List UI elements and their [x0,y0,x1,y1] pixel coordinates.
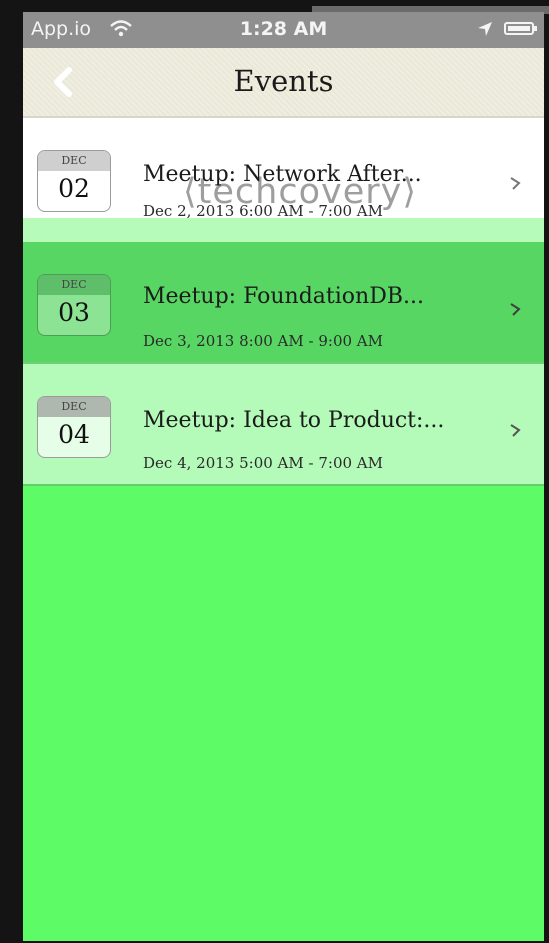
page-title: Events [233,64,334,98]
calendar-month: DEC [38,397,110,417]
event-datetime: Dec 3, 2013 8:00 AM - 9:00 AM [143,332,383,350]
disclosure-chevron-icon [510,303,521,316]
device-frame: App.io 1:28 AM Events DEC 02 Meetup: Net… [0,0,549,943]
disclosure-chevron-icon [510,424,521,437]
battery-fill [508,26,530,31]
event-title: Meetup: FoundationDB... [143,284,424,309]
event-row-3[interactable]: DEC 04 Meetup: Idea to Product:... Dec 4… [23,364,544,486]
app-screen: App.io 1:28 AM Events DEC 02 Meetup: Net… [23,12,544,941]
calendar-icon: DEC 03 [37,274,111,336]
battery-icon [504,22,537,35]
calendar-month: DEC [38,151,110,171]
event-datetime: Dec 4, 2013 5:00 AM - 7:00 AM [143,454,383,472]
status-bar: App.io 1:28 AM [23,12,544,48]
location-arrow-icon [478,22,492,36]
status-time: 1:28 AM [239,18,328,40]
calendar-icon: DEC 04 [37,396,111,458]
watermark: ⟨techcovery⟩ [183,172,417,212]
navigation-bar: Events [23,48,544,118]
calendar-month: DEC [38,275,110,295]
event-title: Meetup: Idea to Product:... [143,408,445,433]
row-separator-strip [23,218,544,244]
disclosure-chevron-icon [510,177,521,190]
calendar-day: 02 [58,174,90,203]
calendar-icon: DEC 02 [37,150,111,212]
calendar-day: 03 [58,298,90,327]
calendar-day: 04 [58,420,90,449]
event-row-2[interactable]: DEC 03 Meetup: FoundationDB... Dec 3, 20… [23,242,544,364]
